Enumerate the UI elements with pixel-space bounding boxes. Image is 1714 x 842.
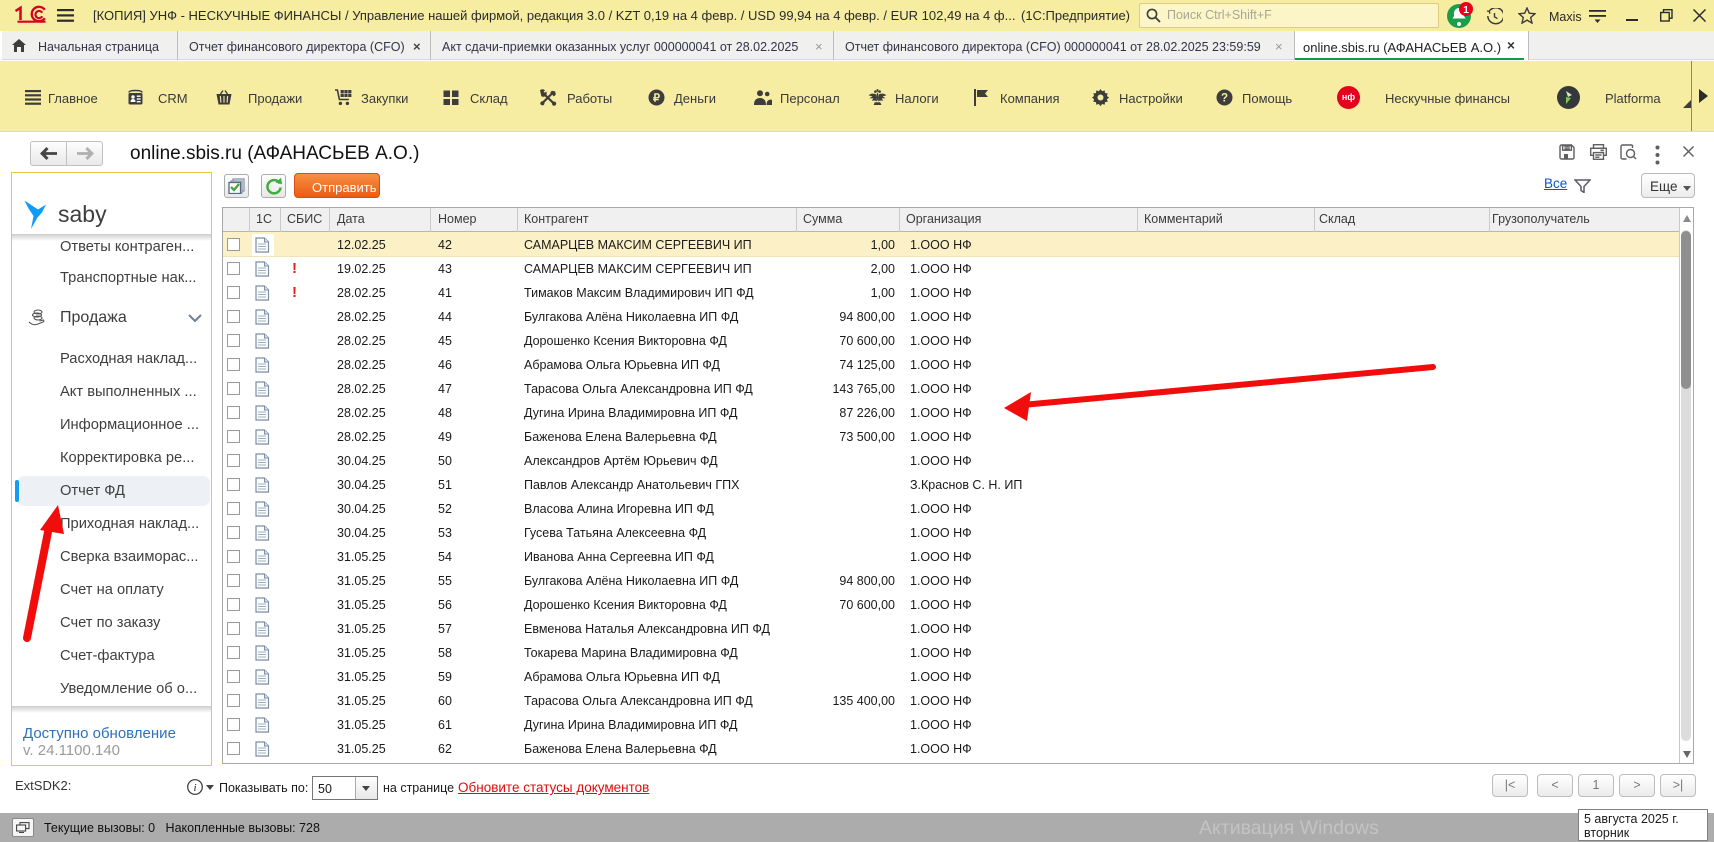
svg-text:?: ?	[1221, 93, 1228, 105]
svg-text:1: 1	[1463, 4, 1469, 16]
svg-text:i: i	[193, 782, 196, 794]
svg-text:₽: ₽	[653, 92, 660, 104]
